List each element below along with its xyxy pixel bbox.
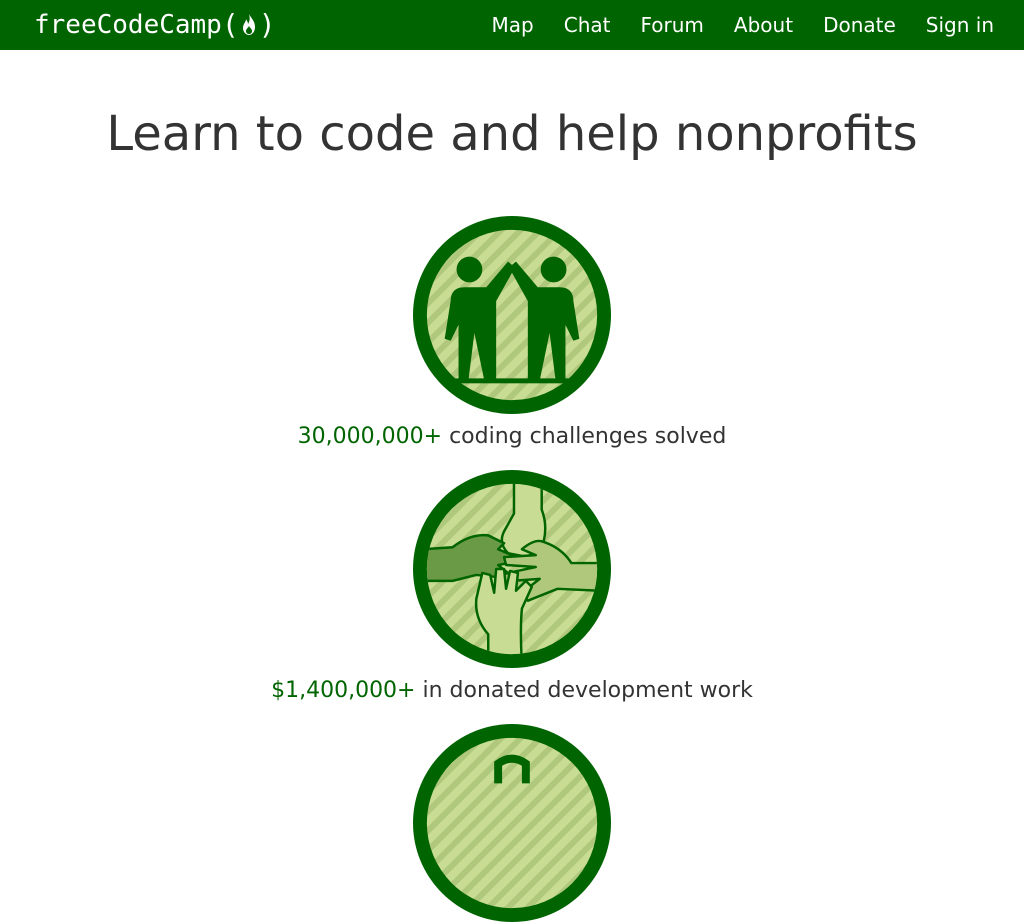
stacked-hands-icon bbox=[413, 470, 611, 668]
freecodecamp-logo[interactable]: freeCodeCamp ( ) bbox=[34, 8, 276, 42]
top-navbar: freeCodeCamp ( ) Map Chat Forum About Do… bbox=[0, 0, 1024, 50]
stat-challenges: 30,000,000+ coding challenges solved bbox=[0, 216, 1024, 454]
logo-open-paren: ( bbox=[221, 8, 239, 41]
stat-donated-work-label: in donated development work bbox=[422, 678, 753, 703]
stat-challenges-label: coding challenges solved bbox=[449, 424, 727, 449]
stat-third bbox=[0, 724, 1024, 922]
high-five-icon bbox=[413, 216, 611, 414]
nav-link-map[interactable]: Map bbox=[492, 0, 534, 50]
nav-link-sign-in[interactable]: Sign in bbox=[926, 0, 994, 50]
nav-link-about[interactable]: About bbox=[734, 0, 793, 50]
logo-close-paren: ) bbox=[258, 8, 276, 41]
nav-link-forum[interactable]: Forum bbox=[641, 0, 704, 50]
stat-challenges-number: 30,000,000+ bbox=[297, 424, 443, 449]
stat-donated-work: $1,400,000+ in donated development work bbox=[0, 470, 1024, 708]
page-title: Learn to code and help nonprofits bbox=[106, 106, 918, 162]
nav-links: Map Chat Forum About Donate Sign in bbox=[492, 0, 994, 50]
nav-link-donate[interactable]: Donate bbox=[823, 0, 896, 50]
stat-donated-work-number: $1,400,000+ bbox=[271, 678, 416, 703]
badge-icon bbox=[413, 724, 611, 922]
logo-text: freeCodeCamp bbox=[34, 10, 222, 40]
stat-donated-work-text: $1,400,000+ in donated development work bbox=[0, 674, 1024, 708]
flame-icon bbox=[242, 14, 255, 35]
nav-link-chat[interactable]: Chat bbox=[564, 0, 611, 50]
stat-challenges-text: 30,000,000+ coding challenges solved bbox=[0, 420, 1024, 454]
